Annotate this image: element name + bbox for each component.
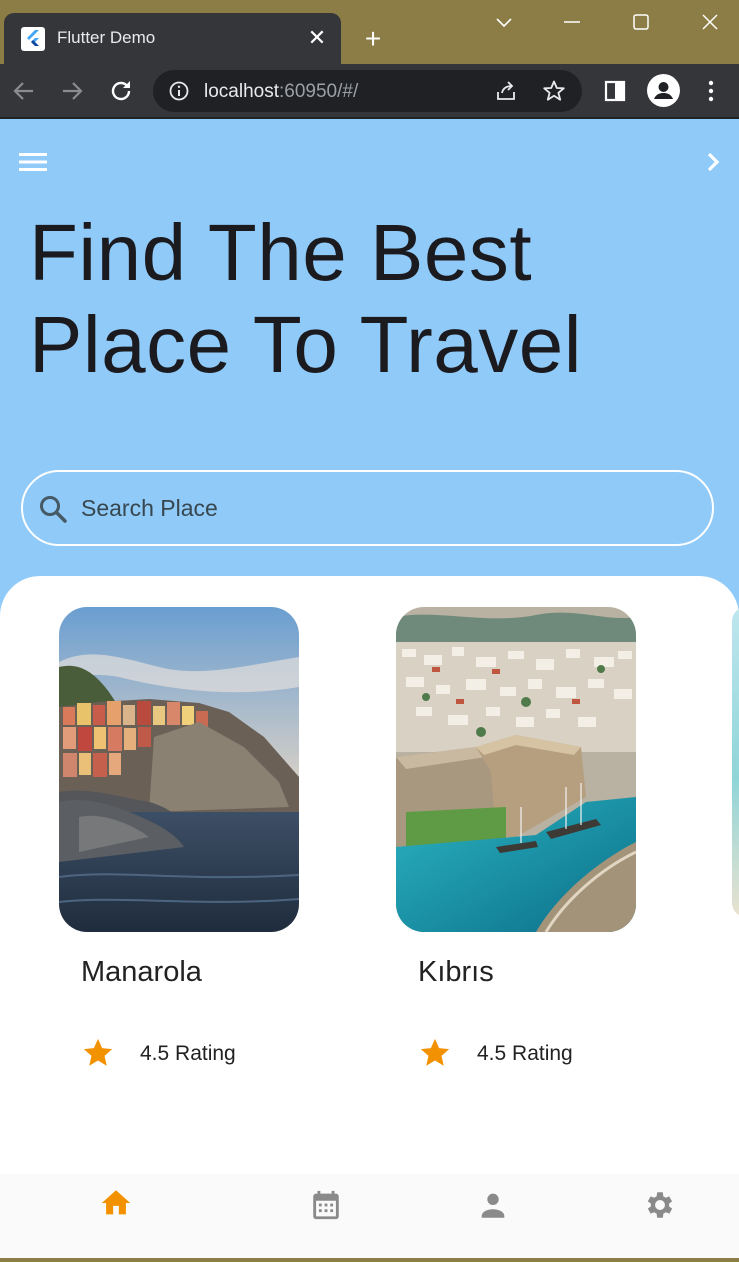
url-text: localhost:60950/#/	[204, 81, 358, 103]
profile-avatar[interactable]	[647, 74, 680, 107]
back-icon[interactable]	[9, 76, 39, 106]
place-image-manarola[interactable]	[59, 607, 299, 932]
star-icon	[83, 1038, 113, 1066]
place-rating: 4.5 Rating	[140, 1042, 236, 1065]
address-bar[interactable]: localhost:60950/#/	[153, 70, 582, 112]
place-image-kibris[interactable]	[396, 607, 636, 932]
search-bar[interactable]	[21, 470, 714, 546]
places-sheet: Manarola 4.5 Rating Kıbrıs 4.5 Rating	[0, 576, 739, 1258]
window-close-icon[interactable]	[695, 8, 725, 38]
place-card-manarola[interactable]: Manarola 4.5 Rating	[59, 607, 299, 1066]
tab-title: Flutter Demo	[57, 28, 156, 47]
place-card-peek[interactable]	[732, 607, 739, 917]
browser-tab[interactable]: Flutter Demo ✕	[4, 13, 341, 64]
forward-icon[interactable]	[57, 76, 87, 106]
tab-close-icon[interactable]: ✕	[304, 25, 330, 51]
url-rest: :60950/#/	[279, 81, 359, 102]
search-input[interactable]	[81, 484, 681, 532]
person-icon[interactable]	[476, 1188, 510, 1222]
url-host: localhost	[204, 81, 279, 102]
profile-icon	[654, 82, 673, 99]
home-icon[interactable]	[99, 1186, 133, 1220]
browser-menu-icon[interactable]	[696, 76, 726, 106]
flutter-logo-icon	[21, 27, 45, 51]
chevron-right-icon[interactable]	[703, 149, 725, 175]
reload-icon[interactable]	[106, 76, 136, 106]
kibris-photo	[396, 607, 636, 932]
browser-toolbar: localhost:60950/#/	[0, 64, 739, 118]
new-tab-icon[interactable]: +	[358, 24, 388, 54]
side-panel-icon[interactable]	[600, 76, 630, 106]
star-icon	[420, 1038, 450, 1066]
place-name: Manarola	[81, 956, 202, 988]
place-name: Kıbrıs	[418, 956, 494, 988]
bookmark-star-icon[interactable]	[542, 79, 566, 103]
site-info-icon[interactable]	[168, 80, 190, 102]
bottom-navigation	[0, 1174, 739, 1258]
page-headline: Find The Best Place To Travel	[29, 208, 582, 389]
browser-titlebar: Flutter Demo ✕ +	[0, 0, 739, 64]
maximize-icon[interactable]	[626, 8, 656, 38]
place-card-kibris[interactable]: Kıbrıs 4.5 Rating	[396, 607, 636, 1066]
settings-icon[interactable]	[643, 1188, 677, 1222]
share-icon[interactable]	[494, 79, 518, 103]
minimize-icon[interactable]	[557, 8, 587, 38]
app-viewport: Find The Best Place To Travel Search Pla…	[0, 119, 739, 1258]
tab-search-icon[interactable]	[489, 8, 519, 38]
manarola-photo	[59, 607, 299, 932]
calendar-icon[interactable]	[309, 1188, 343, 1222]
menu-icon[interactable]	[18, 151, 48, 173]
place-rating: 4.5 Rating	[477, 1042, 573, 1065]
search-icon	[40, 496, 67, 523]
